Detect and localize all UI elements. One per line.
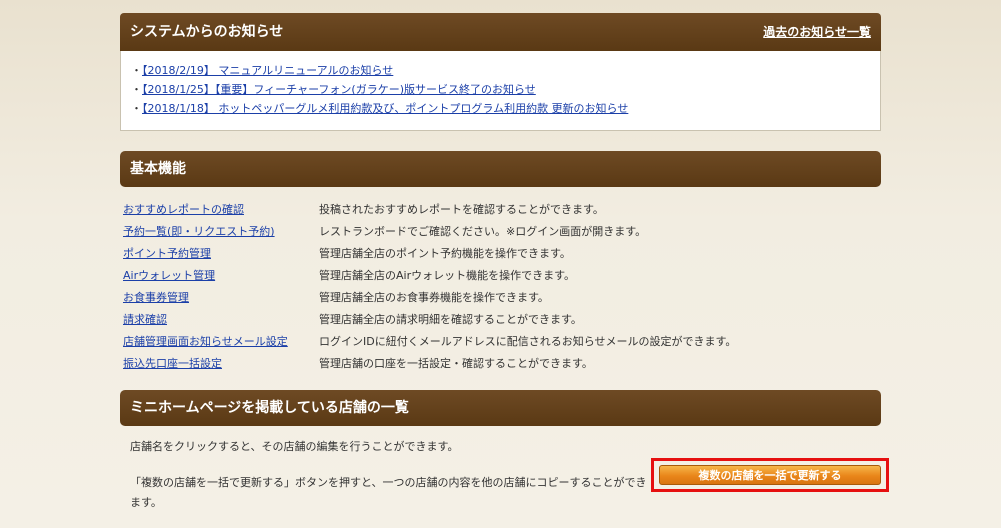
point-reservation-link[interactable]: ポイント予約管理 xyxy=(123,244,319,264)
notice-link[interactable]: 【2018/2/19】 マニュアルリニューアルのお知らせ xyxy=(142,64,393,77)
function-description: 管理店舗の口座を一括設定・確認することができます。 xyxy=(319,357,593,370)
shop-list-title: ミニホームページを掲載している店舗の一覧 xyxy=(130,400,409,416)
shop-list-instruction: 店舗名をクリックすると、その店舗の編集を行うことができます。 xyxy=(130,440,459,453)
air-wallet-link[interactable]: Airウォレット管理 xyxy=(123,266,319,286)
function-row: 振込先口座一括設定 管理店舗の口座を一括設定・確認することができます。 xyxy=(120,354,881,376)
function-row: 店舗管理画面お知らせメール設定 ログインIDに紐付くメールアドレスに配信されるお知… xyxy=(120,332,881,354)
function-row: 請求確認 管理店舗全店の請求明細を確認することができます。 xyxy=(120,310,881,332)
function-description: 管理店舗全店のお食事券機能を操作できます。 xyxy=(319,291,549,304)
function-description: 管理店舗全店の請求明細を確認することができます。 xyxy=(319,313,582,326)
function-description: 管理店舗全店のAirウォレット機能を操作できます。 xyxy=(319,269,576,282)
function-description: 管理店舗全店のポイント予約機能を操作できます。 xyxy=(319,247,571,260)
notice-mail-settings-link[interactable]: 店舗管理画面お知らせメール設定 xyxy=(123,332,319,352)
bullet: ・ xyxy=(131,83,142,96)
basic-functions-header: 基本機能 xyxy=(120,151,881,187)
notice-item: ・【2018/1/18】 ホットペッパーグルメ利用約款及び、ポイントプログラム利… xyxy=(131,99,870,118)
notice-item: ・【2018/2/19】 マニュアルリニューアルのお知らせ xyxy=(131,61,870,80)
system-notice-title: システムからのお知らせ xyxy=(130,24,284,40)
system-notice-header: システムからのお知らせ 過去のお知らせ一覧 xyxy=(120,13,881,51)
function-list: おすすめレポートの確認 投稿されたおすすめレポートを確認することができます。 予約… xyxy=(120,200,881,376)
function-row: 予約一覧(即・リクエスト予約) レストランボードでご確認ください。※ログイン画面が… xyxy=(120,222,881,244)
bullet: ・ xyxy=(131,64,142,77)
bulk-update-button[interactable]: 複数の店舗を一括で更新する xyxy=(659,465,881,485)
main-content: システムからのお知らせ 過去のお知らせ一覧 ・【2018/2/19】 マニュアル… xyxy=(120,13,889,516)
bank-account-settings-link[interactable]: 振込先口座一括設定 xyxy=(123,354,319,374)
function-description: ログインIDに紐付くメールアドレスに配信されるお知らせメールの設定ができます。 xyxy=(319,335,737,348)
basic-functions-title: 基本機能 xyxy=(130,161,186,177)
notice-list: ・【2018/2/19】 マニュアルリニューアルのお知らせ ・【2018/1/2… xyxy=(120,51,881,131)
shop-list-body: 店舗名をクリックすると、その店舗の編集を行うことができます。 「複数の店舗を一括… xyxy=(120,426,889,516)
billing-link[interactable]: 請求確認 xyxy=(123,310,319,330)
notice-item: ・【2018/1/25】【重要】フィーチャーフォン(ガラケー)版サービス終了のお… xyxy=(131,80,870,99)
basic-functions-section: 基本機能 おすすめレポートの確認 投稿されたおすすめレポートを確認することができま… xyxy=(120,151,881,376)
function-description: 投稿されたおすすめレポートを確認することができます。 xyxy=(319,203,604,216)
past-notices-link[interactable]: 過去のお知らせ一覧 xyxy=(763,13,871,51)
function-description: レストランボードでご確認ください。※ログイン画面が開きます。 xyxy=(319,225,647,238)
reservation-list-link[interactable]: 予約一覧(即・リクエスト予約) xyxy=(123,222,319,242)
function-row: Airウォレット管理 管理店舗全店のAirウォレット機能を操作できます。 xyxy=(120,266,881,288)
bulk-update-instruction: 「複数の店舗を一括で更新する」ボタンを押すと、一つの店舗の内容を他の店舗にコピー… xyxy=(130,476,647,509)
recommend-report-link[interactable]: おすすめレポートの確認 xyxy=(123,200,319,220)
shop-list-section: ミニホームページを掲載している店舗の一覧 店舗名をクリックすると、その店舗の編集… xyxy=(120,390,889,516)
function-row: おすすめレポートの確認 投稿されたおすすめレポートを確認することができます。 xyxy=(120,200,881,222)
meal-ticket-link[interactable]: お食事券管理 xyxy=(123,288,319,308)
function-row: ポイント予約管理 管理店舗全店のポイント予約機能を操作できます。 xyxy=(120,244,881,266)
system-notice-section: システムからのお知らせ 過去のお知らせ一覧 ・【2018/2/19】 マニュアル… xyxy=(120,13,881,131)
bulk-update-highlight: 複数の店舗を一括で更新する xyxy=(651,458,889,492)
function-row: お食事券管理 管理店舗全店のお食事券機能を操作できます。 xyxy=(120,288,881,310)
notice-link[interactable]: 【2018/1/18】 ホットペッパーグルメ利用約款及び、ポイントプログラム利用… xyxy=(142,102,628,115)
notice-link[interactable]: 【2018/1/25】【重要】フィーチャーフォン(ガラケー)版サービス終了のお知… xyxy=(142,83,536,96)
shop-list-header: ミニホームページを掲載している店舗の一覧 xyxy=(120,390,881,426)
bullet: ・ xyxy=(131,102,142,115)
